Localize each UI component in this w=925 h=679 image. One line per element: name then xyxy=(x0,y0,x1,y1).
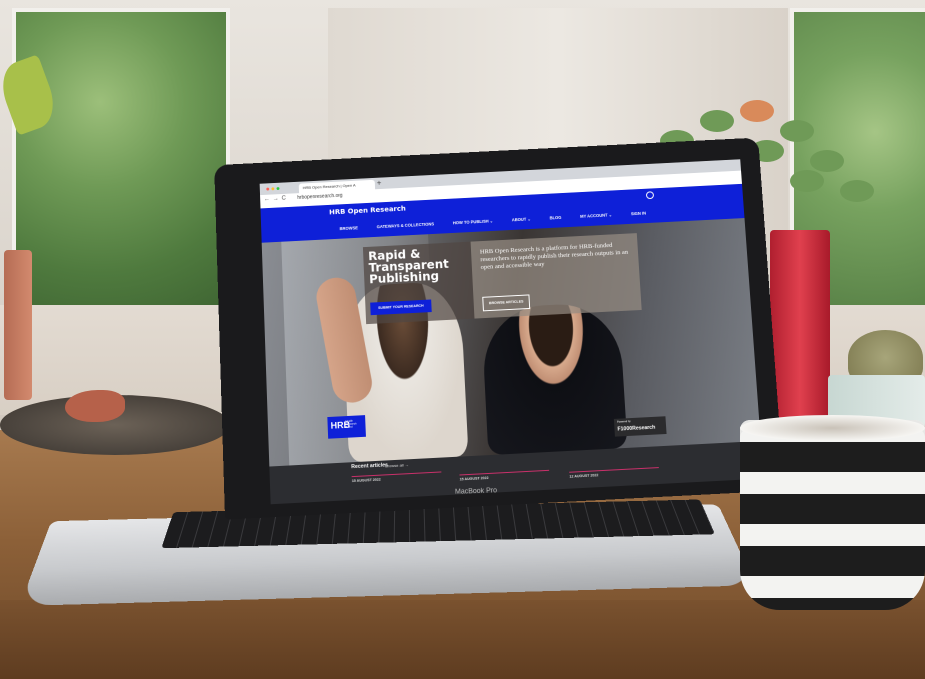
nav-blog[interactable]: BLOG xyxy=(549,215,561,220)
hrb-text: Health Research Board xyxy=(345,419,357,430)
plant-pot-left xyxy=(4,250,32,400)
nav-about[interactable]: ABOUT ⌄ xyxy=(512,217,531,223)
striped-mug xyxy=(740,420,925,610)
hrb-logo: HRB Health Research Board xyxy=(327,415,366,439)
bird-figurine xyxy=(65,390,125,422)
laptop-lid: ●●● HRB Open Research | Open A + ←→C hrb… xyxy=(214,137,785,520)
powered-by-label: Powered by xyxy=(616,420,631,424)
mug-rim xyxy=(740,415,925,441)
window-controls[interactable]: ●●● xyxy=(266,186,282,193)
hero-headline: Rapid & Transparent Publishing xyxy=(367,247,450,287)
photo-scene: ●●● HRB Open Research | Open A + ←→C hrb… xyxy=(0,0,925,679)
table-edge xyxy=(0,600,925,679)
nav-sign-in[interactable]: SIGN IN xyxy=(631,211,647,217)
laptop-screen: ●●● HRB Open Research | Open A + ←→C hrb… xyxy=(259,159,764,505)
plant-pot-red xyxy=(770,230,830,420)
new-tab-button[interactable]: + xyxy=(377,179,382,188)
f1000-name: F1000Research xyxy=(617,424,656,433)
window-pane-left xyxy=(12,8,230,316)
person-woman xyxy=(480,301,628,456)
nav-browse[interactable]: BROWSE xyxy=(339,225,358,231)
f1000-badge: Powered by F1000Research xyxy=(613,416,667,437)
macbook-label: MacBook Pro xyxy=(454,487,498,496)
browse-articles-button[interactable]: BROWSE ARTICLES xyxy=(482,294,531,312)
